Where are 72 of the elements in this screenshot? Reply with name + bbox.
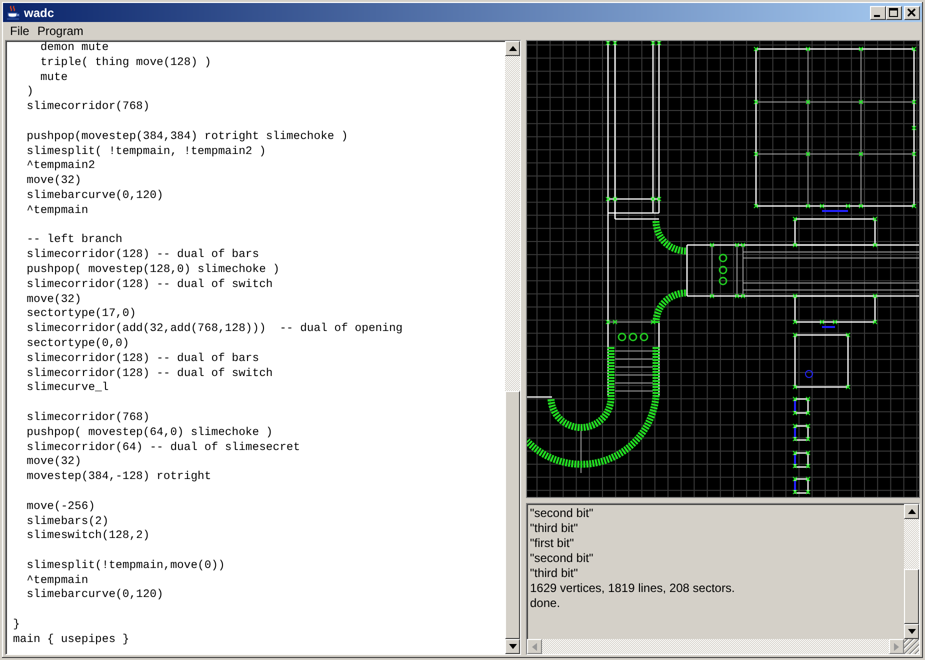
code-line: movestep(384,-128) rotright bbox=[26, 470, 212, 485]
code-line: slimecorridor(128) -- dual of switch bbox=[26, 366, 274, 382]
code-editor[interactable] bbox=[5, 40, 521, 655]
scroll-up-button[interactable] bbox=[904, 504, 919, 519]
maximize-icon bbox=[889, 8, 899, 18]
code-line: sectortype(0,0) bbox=[26, 336, 130, 352]
code-line: slimecorridor(768) bbox=[26, 100, 151, 115]
scroll-right-button[interactable] bbox=[889, 639, 904, 654]
code-line: main { usepipes } bbox=[13, 632, 130, 648]
code-line: slimecorridor(768) bbox=[26, 410, 151, 426]
maximize-button[interactable] bbox=[886, 6, 902, 20]
code-line: ^tempmain2 bbox=[26, 159, 96, 174]
code-line: move(32) bbox=[26, 455, 82, 470]
code-line: slimecorridor(64) -- dual of slimesecret bbox=[26, 440, 302, 456]
minimize-icon bbox=[874, 14, 880, 16]
code-line: triple( thing move(128) ) bbox=[39, 56, 212, 71]
resize-grip[interactable] bbox=[904, 639, 919, 654]
scroll-left-button[interactable] bbox=[527, 639, 542, 654]
window-title: wadc bbox=[24, 6, 54, 20]
log-line: "first bit" bbox=[530, 536, 575, 551]
menu-item[interactable]: Program bbox=[33, 24, 88, 38]
close-icon bbox=[907, 8, 917, 18]
scrollbar[interactable] bbox=[904, 504, 919, 639]
minimize-button[interactable] bbox=[870, 6, 886, 20]
scroll-thumb[interactable] bbox=[904, 569, 919, 624]
log-line: "third bit" bbox=[530, 521, 579, 536]
scrollbar[interactable] bbox=[505, 41, 520, 654]
coffee-cup-icon bbox=[5, 4, 21, 20]
scroll-thumb[interactable] bbox=[505, 391, 520, 639]
code-line: move(32) bbox=[26, 174, 82, 189]
code-line: move(32) bbox=[26, 292, 82, 308]
code-line: ) bbox=[26, 85, 35, 100]
up-triangle-icon bbox=[508, 46, 516, 51]
log-line: "second bit" bbox=[530, 506, 594, 521]
code-line: ^tempmain bbox=[26, 204, 90, 219]
code-line: pushpop( movestep(64,0) slimechoke ) bbox=[26, 426, 274, 441]
code-line: slimebarcurve(0,120) bbox=[26, 588, 164, 604]
log-line: "third bit" bbox=[530, 566, 579, 581]
horizontal-scrollbar[interactable] bbox=[527, 639, 919, 654]
code-line: } bbox=[13, 618, 21, 633]
code-line: pushpop(movestep(384,384) rotright slimechoke ) bbox=[26, 130, 349, 145]
scroll-down-button[interactable] bbox=[505, 639, 520, 654]
code-line: -- left branch bbox=[26, 233, 124, 248]
code-line: demon mute bbox=[39, 41, 110, 56]
code-line: slimecorridor(128) -- dual of switch bbox=[26, 278, 274, 293]
right-triangle-icon bbox=[894, 642, 899, 650]
up-triangle-icon bbox=[908, 509, 916, 514]
code-line: slimesplit(!tempmain,move(0)) bbox=[26, 558, 226, 574]
log-line: done. bbox=[530, 596, 562, 611]
code-line: slimecorridor(128) -- dual of bars bbox=[26, 248, 260, 263]
code-line: slimebars(2) bbox=[26, 514, 110, 530]
code-line: slimeswitch(128,2) bbox=[26, 529, 151, 544]
code-line: slimecorridor(128) -- dual of bars bbox=[26, 352, 260, 367]
log-line: "second bit" bbox=[530, 551, 594, 566]
code-line: sectortype(17,0) bbox=[26, 307, 138, 322]
code-line: ^tempmain bbox=[26, 574, 90, 588]
code-line: pushpop( movestep(128,0) slimechoke ) bbox=[26, 262, 281, 278]
down-triangle-icon bbox=[508, 644, 516, 649]
down-triangle-icon bbox=[908, 629, 916, 634]
scroll-down-button[interactable] bbox=[904, 624, 919, 639]
code-line: mute bbox=[39, 70, 69, 86]
code-line: slimecurve_l bbox=[26, 381, 110, 396]
code-line: slimesplit( !tempmain, !tempmain2 ) bbox=[26, 144, 267, 160]
log-line: 1629 vertices, 1819 lines, 208 sectors. bbox=[530, 581, 736, 596]
menu-item[interactable]: File bbox=[6, 24, 34, 38]
code-line: slimecorridor(add(32,add(768,128))) -- dual of opening bbox=[26, 322, 404, 337]
code-line: move(-256) bbox=[26, 500, 96, 514]
scroll-up-button[interactable] bbox=[505, 41, 520, 56]
close-button[interactable] bbox=[904, 6, 920, 20]
map-drawing[interactable] bbox=[526, 40, 920, 498]
left-triangle-icon bbox=[532, 642, 537, 650]
code-line: slimebarcurve(0,120) bbox=[26, 188, 164, 204]
